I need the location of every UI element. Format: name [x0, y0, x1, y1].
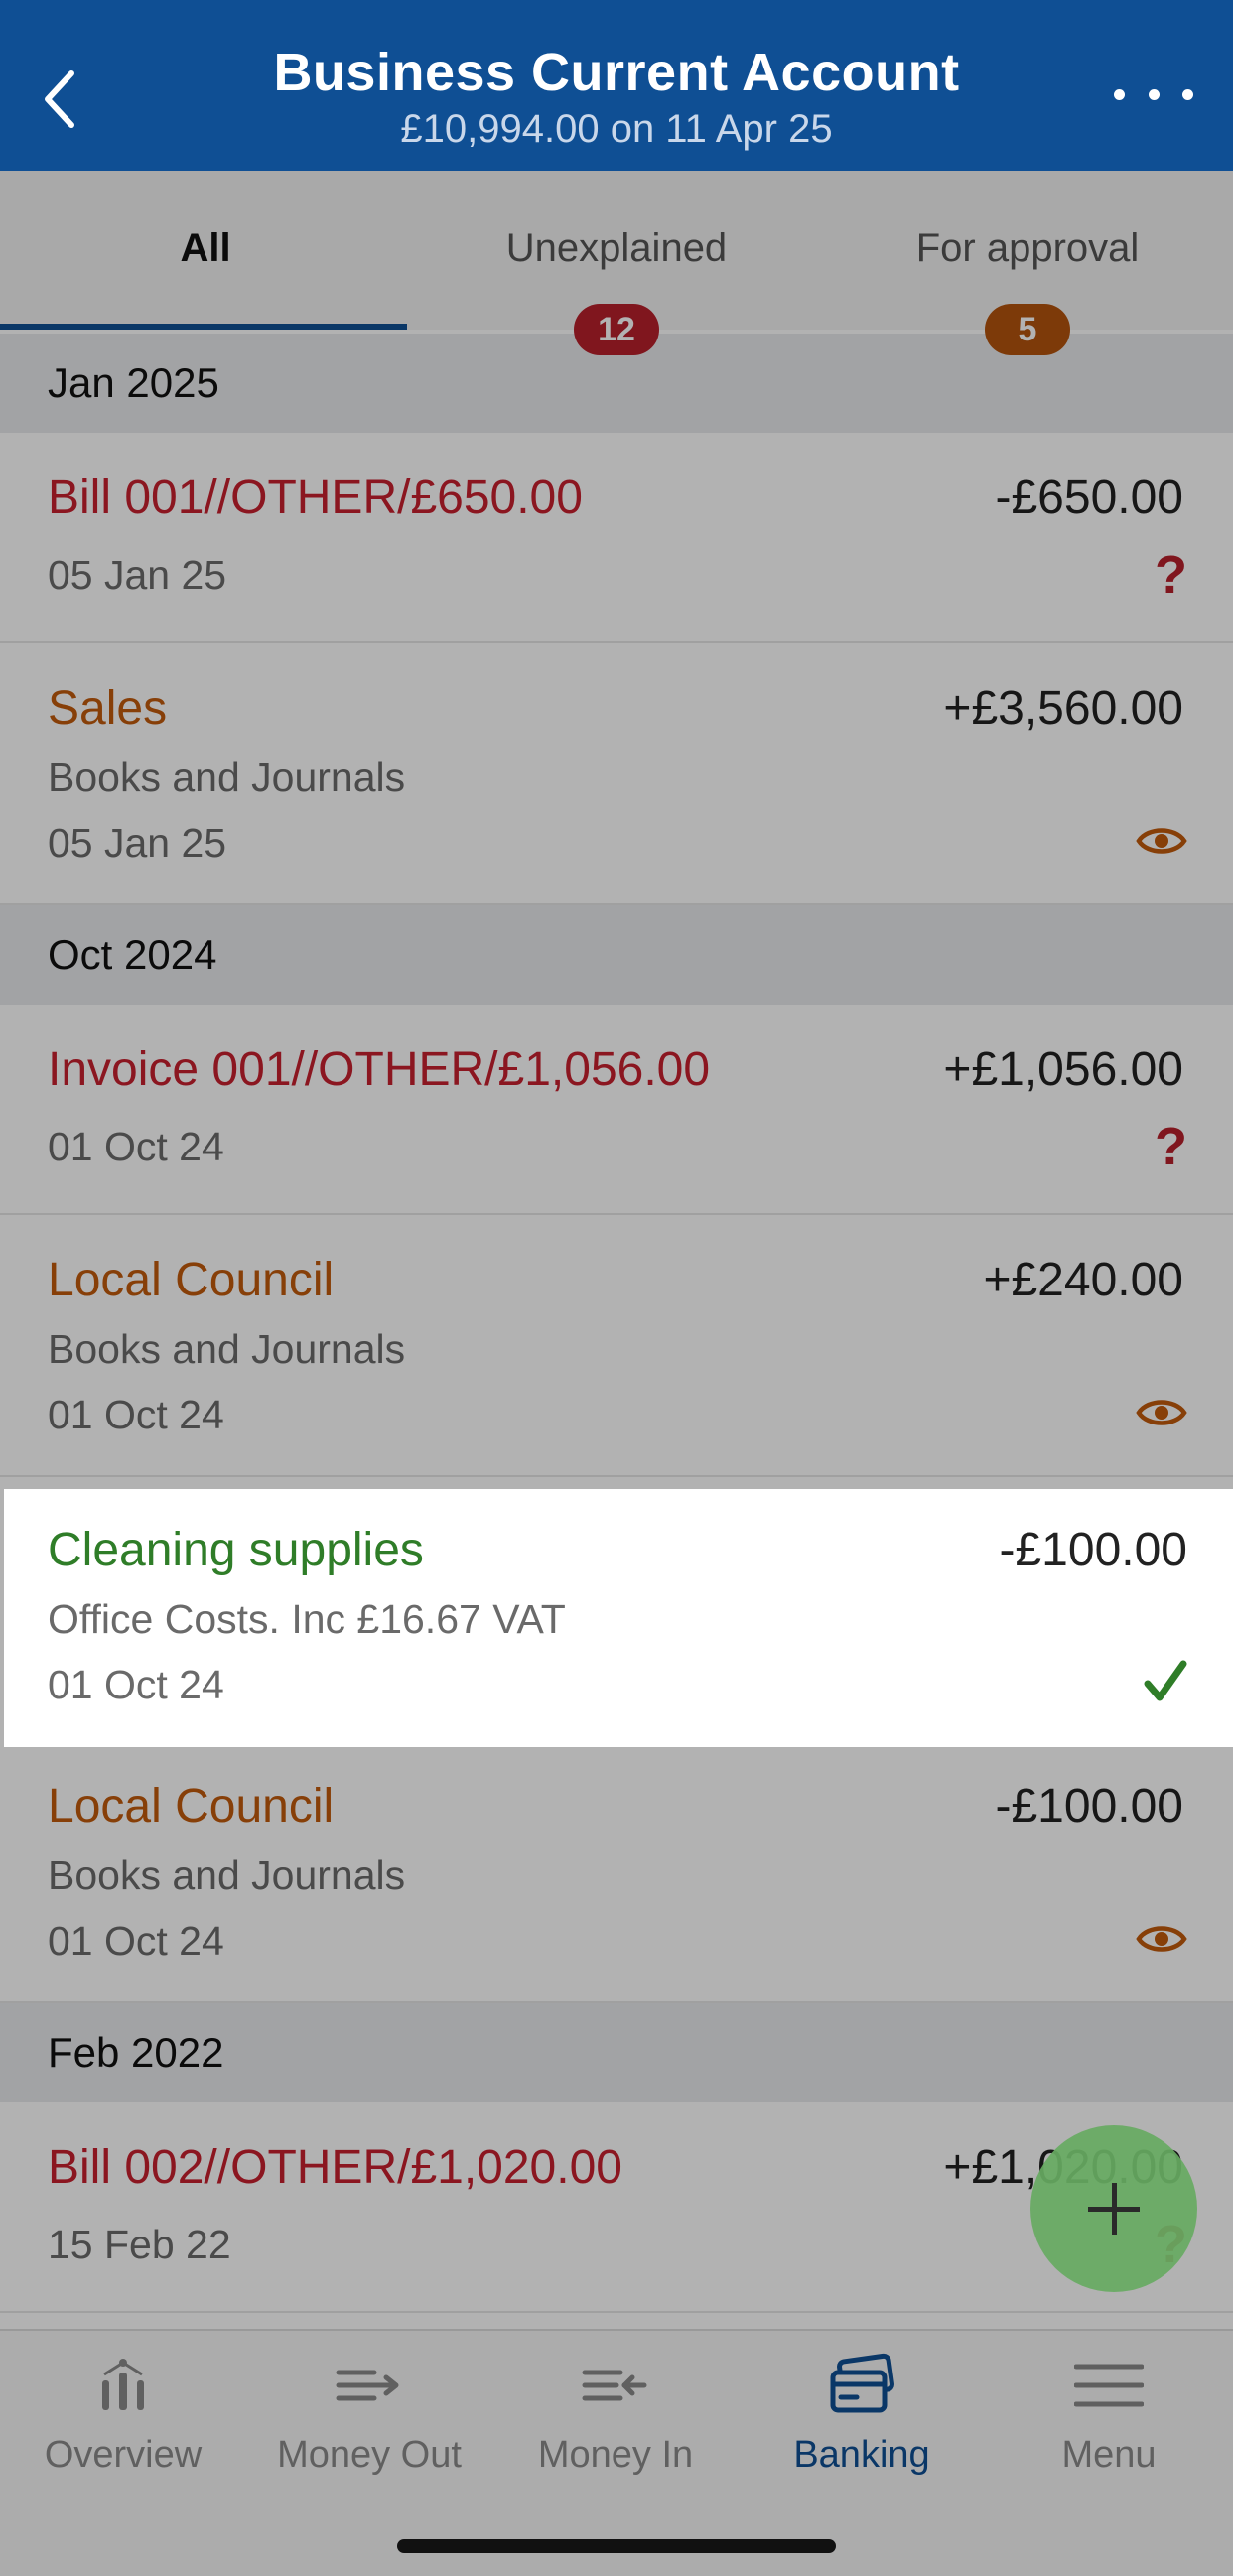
transaction-title: Cleaning supplies [48, 1524, 424, 1576]
tab-all[interactable]: All [0, 171, 411, 330]
month-header: Feb 2022 [0, 2003, 1233, 2102]
eye-icon [1136, 828, 1187, 854]
transaction-date: 01 Oct 24 [48, 1392, 224, 1437]
unexplained-count-badge: 12 [574, 304, 659, 355]
nav-label: Money In [537, 2434, 694, 2476]
account-balance: £10,994.00 on 11 Apr 25 [400, 107, 833, 151]
nav-label: Money Out [277, 2434, 462, 2476]
transaction-date: 01 Oct 24 [48, 1662, 224, 1707]
unexplained-question-icon: ? [1155, 1117, 1187, 1176]
transaction-date: 05 Jan 25 [48, 552, 227, 598]
transaction-category: Books and Journals [48, 1326, 406, 1372]
transaction-row[interactable]: Local Council -£100.00 Books and Journal… [0, 1741, 1233, 2003]
home-indicator [397, 2539, 836, 2553]
nav-money-out[interactable]: Money Out [246, 2351, 492, 2500]
nav-money-in[interactable]: Money In [492, 2351, 739, 2500]
nav-label: Menu [1061, 2434, 1157, 2476]
money-in-icon [582, 2370, 647, 2401]
nav-overview[interactable]: Overview [0, 2351, 246, 2500]
transaction-title: Sales [48, 682, 168, 735]
active-tab-indicator [0, 324, 407, 330]
filter-tabs: All Unexplained 12 For approval 5 [0, 171, 1233, 355]
bank-card-icon [830, 2353, 894, 2413]
unexplained-question-icon: ? [1155, 545, 1187, 605]
transaction-row[interactable]: Bill 001//OTHER/£650.00 -£650.00 05 Jan … [0, 433, 1233, 643]
transaction-amount: -£100.00 [999, 1524, 1188, 1576]
bar-chart-icon [102, 2359, 144, 2410]
transaction-amount: +£240.00 [983, 1254, 1183, 1306]
transaction-row[interactable]: Local Council +£240.00 Books and Journal… [0, 1215, 1233, 1477]
nav-menu[interactable]: Menu [985, 2351, 1233, 2500]
transaction-list[interactable]: Jan 2025 Bill 001//OTHER/£650.00 -£650.0… [0, 334, 1233, 2329]
transaction-date: 15 Feb 22 [48, 2222, 231, 2267]
transaction-row[interactable]: Invoice 001//OTHER/£1,056.00 +£1,056.00 … [0, 1005, 1233, 1215]
transaction-title: Bill 001//OTHER/£650.00 [48, 472, 583, 524]
plus-icon [1088, 2183, 1140, 2235]
tab-label: All [180, 226, 231, 270]
transaction-date: 01 Oct 24 [48, 1124, 224, 1169]
transaction-date: 01 Oct 24 [48, 1918, 224, 1964]
month-header: Oct 2024 [0, 905, 1233, 1005]
hamburger-menu-icon [1074, 2364, 1144, 2407]
transaction-amount: -£100.00 [995, 1780, 1184, 1832]
transaction-title: Local Council [48, 1780, 335, 1832]
app-header: Business Current Account £10,994.00 on 1… [0, 0, 1233, 171]
transaction-amount: +£1,056.00 [943, 1043, 1183, 1096]
highlighted-transaction-row[interactable]: Cleaning supplies -£100.00 Office Costs.… [4, 1489, 1233, 1747]
tab-label: Unexplained [505, 226, 728, 270]
nav-label: Banking [793, 2434, 930, 2476]
transaction-category: Office Costs. Inc £16.67 VAT [48, 1596, 566, 1642]
for-approval-count-badge: 5 [985, 304, 1070, 355]
transaction-amount: -£650.00 [995, 472, 1184, 524]
add-transaction-button[interactable] [1030, 2125, 1197, 2292]
transaction-title: Local Council [48, 1254, 335, 1306]
transaction-category: Books and Journals [48, 1852, 406, 1898]
page-title: Business Current Account [273, 43, 960, 102]
tab-label: For approval [915, 226, 1140, 270]
money-out-icon [336, 2370, 399, 2401]
checkmark-icon [1144, 1660, 1187, 1701]
nav-banking[interactable]: Banking [739, 2351, 985, 2500]
eye-icon [1136, 1400, 1187, 1425]
tab-unexplained[interactable]: Unexplained 12 [411, 171, 822, 355]
tab-for-approval[interactable]: For approval 5 [822, 171, 1233, 355]
transaction-category: Books and Journals [48, 754, 406, 800]
transaction-amount: +£3,560.00 [943, 682, 1183, 735]
nav-label: Overview [44, 2434, 203, 2476]
transaction-title: Bill 002//OTHER/£1,020.00 [48, 2141, 622, 2194]
more-options-button[interactable] [1114, 79, 1193, 109]
transaction-title: Invoice 001//OTHER/£1,056.00 [48, 1043, 711, 1096]
eye-icon [1136, 1926, 1187, 1952]
transaction-date: 05 Jan 25 [48, 820, 227, 866]
transaction-row[interactable]: Sales +£3,560.00 Books and Journals 05 J… [0, 643, 1233, 905]
more-horizontal-icon [1114, 88, 1125, 100]
